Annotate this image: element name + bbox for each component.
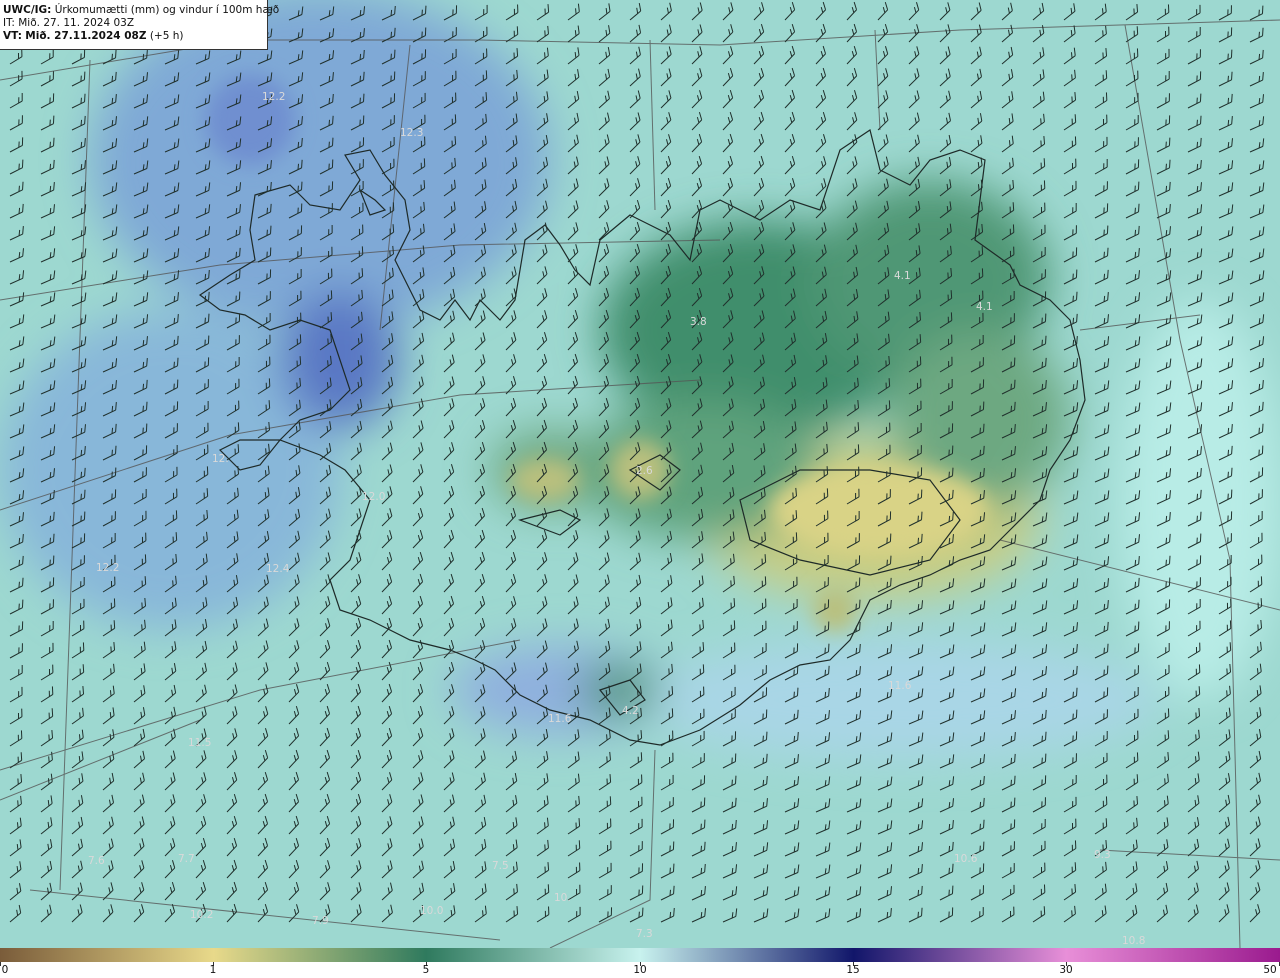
valid-time: Mið. 27.11.2024 08Z bbox=[25, 30, 147, 42]
colorbar-tick-label: 15 bbox=[846, 964, 860, 976]
map-value-label: 7.7 bbox=[178, 853, 195, 865]
map-value-label: 7.9 bbox=[312, 915, 329, 927]
issue-time-prefix: IT: bbox=[3, 17, 15, 29]
map-value-label: 12.0 bbox=[362, 491, 385, 503]
valid-time-offset: (+5 h) bbox=[149, 30, 184, 42]
colorbar bbox=[0, 948, 1280, 962]
map-value-label: 7.5 bbox=[492, 860, 509, 872]
map-header: UWC/IG: Úrkomumætti (mm) og vindur í 100… bbox=[0, 0, 279, 50]
map-value-label: 12.3 bbox=[400, 127, 423, 139]
colorbar-tick-label: 0 bbox=[1, 964, 9, 976]
map-value-label: 7.3 bbox=[636, 928, 653, 940]
valid-time-line: VT: Mið. 27.11.2024 08Z (+5 h) bbox=[3, 30, 267, 43]
map-value-label: 11.5 bbox=[188, 737, 211, 749]
map-value-label: 10.6 bbox=[954, 853, 978, 865]
map-value-label: 9.3 bbox=[1094, 849, 1111, 861]
precipitation-wind-map: 12.2 12.3 4.1 4.1 3.8 12. 2.6 12.0 12.2 … bbox=[0, 0, 1280, 948]
colorbar-tick-label: 10 bbox=[633, 964, 647, 976]
map-value-label: 11.6 bbox=[888, 680, 912, 692]
map-title: Úrkomumætti (mm) og vindur í 100m hæð bbox=[54, 4, 280, 16]
map-value-label: 12.2 bbox=[262, 91, 285, 103]
colorbar-tick-label: 1 bbox=[209, 964, 217, 976]
issue-time: Mið. 27. 11. 2024 03Z bbox=[18, 17, 135, 29]
map-value-label: 10.8 bbox=[1122, 935, 1145, 947]
map-value-label: 4.1 bbox=[894, 270, 911, 282]
valid-time-prefix: VT: bbox=[3, 30, 22, 42]
map-value-label: 4.2 bbox=[622, 705, 639, 717]
map-value-label: 10.2 bbox=[190, 909, 213, 921]
colorbar-tick-label: 5 bbox=[422, 964, 430, 976]
map-value-label: 2.6 bbox=[636, 465, 653, 477]
colorbar-tick-label: 30 bbox=[1059, 964, 1073, 976]
map-value-label: 10.0 bbox=[420, 905, 443, 917]
issue-time-line: IT: Mið. 27. 11. 2024 03Z bbox=[3, 17, 267, 30]
map-value-label: 10. bbox=[554, 892, 571, 904]
map-value-label: 11.6 bbox=[548, 713, 572, 725]
colorbar-tick-label: 50 bbox=[1263, 964, 1277, 976]
title-line: UWC/IG: Úrkomumætti (mm) og vindur í 100… bbox=[3, 4, 279, 17]
map-value-label: 12. bbox=[212, 453, 229, 465]
map-value-label: 12.4 bbox=[266, 563, 290, 575]
product-code: UWC/IG: bbox=[3, 4, 52, 16]
map-value-label: 4.1 bbox=[976, 301, 993, 313]
map-value-label: 12.2 bbox=[96, 562, 119, 574]
map-value-label: 7.6 bbox=[88, 855, 105, 867]
map-value-label: 3.8 bbox=[690, 316, 707, 328]
